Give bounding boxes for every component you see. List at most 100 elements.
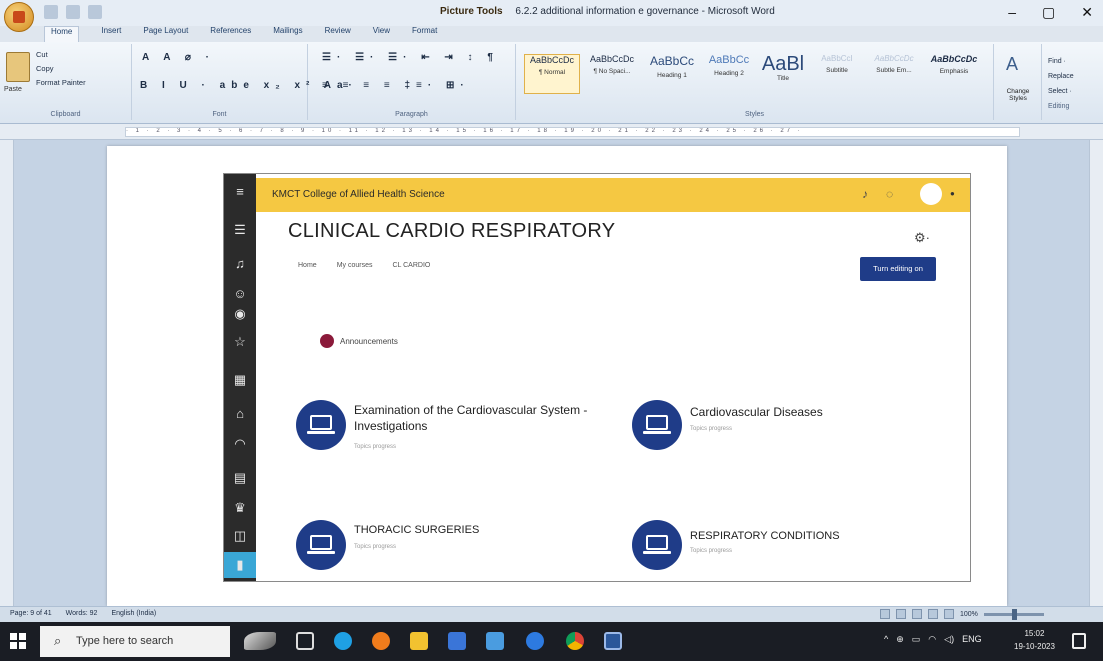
breadcrumb-my-courses[interactable]: My courses	[337, 262, 373, 269]
media-player-icon[interactable]	[526, 632, 544, 650]
notification-center-icon[interactable]	[1072, 633, 1086, 649]
badge-icon[interactable]: ◉	[232, 306, 248, 322]
close-button[interactable]: ✕	[1081, 4, 1093, 21]
replace-button[interactable]: Replace	[1048, 69, 1074, 84]
draft-button[interactable]	[944, 609, 954, 619]
style-heading-1[interactable]: AaBbCc Heading 1	[644, 54, 700, 94]
clock[interactable]: 15:02 19-10-2023	[1014, 627, 1055, 653]
full-screen-button[interactable]	[896, 609, 906, 619]
vertical-ruler[interactable]	[0, 140, 14, 606]
page-count[interactable]: Page: 9 of 41	[10, 610, 52, 617]
tab-view[interactable]: View	[373, 26, 390, 42]
tab-references[interactable]: References	[210, 26, 251, 42]
style-subtitle[interactable]: AaBbCcI Subtitle	[812, 54, 862, 94]
battery-icon[interactable]: ▭	[912, 634, 921, 645]
course-card[interactable]: Examination of the Cardiovascular System…	[296, 400, 616, 470]
tab-mailings[interactable]: Mailings	[273, 26, 302, 42]
windows-start-icon[interactable]	[10, 633, 26, 649]
book-icon[interactable]: ▦	[232, 372, 248, 388]
list-controls[interactable]: ☰· ☰· ☰· ⇤ ⇥ ↕ ¶	[322, 52, 499, 63]
tab-format[interactable]: Format	[412, 26, 437, 42]
language-indicator[interactable]: ENG	[962, 634, 982, 645]
select-button[interactable]: Select ·	[1048, 84, 1074, 99]
network-icon[interactable]: ⊕	[896, 634, 904, 645]
web-layout-button[interactable]	[912, 609, 922, 619]
outline-button[interactable]	[928, 609, 938, 619]
announcements-link[interactable]: Announcements	[320, 334, 398, 348]
course-card-title[interactable]: Examination of the Cardiovascular System…	[354, 402, 604, 434]
horizontal-ruler[interactable]: · 1 · 2 · 3 · 4 · 5 · 6 · 7 · 8 · 9 · 10…	[0, 124, 1103, 140]
firefox-icon[interactable]	[372, 632, 390, 650]
style-title[interactable]: AaBl Title	[758, 54, 808, 94]
store-icon[interactable]	[448, 632, 466, 650]
turn-editing-on-button[interactable]: Turn editing on	[860, 257, 936, 281]
notification-icon[interactable]: ♪	[862, 187, 868, 201]
zoom-level[interactable]: 100%	[960, 611, 978, 618]
home-icon[interactable]: ⌂	[232, 406, 248, 422]
style-emphasis[interactable]: AaBbCcDc Emphasis	[926, 54, 982, 94]
task-view-icon[interactable]	[296, 632, 314, 650]
embedded-screenshot[interactable]: ≡ ☰ ♫ ☺ ◉ ☆ ▦ ⌂ ◠ ▤ ♛ ◫ ▮ KMCT College o…	[223, 173, 971, 582]
course-card[interactable]: THORACIC SURGERIES Topics progress	[296, 520, 616, 581]
chrome-icon[interactable]	[566, 632, 584, 650]
star-icon[interactable]: ☆	[232, 334, 248, 350]
course-card[interactable]: RESPIRATORY CONDITIONS Topics progress	[632, 520, 952, 581]
maximize-button[interactable]: ▢	[1042, 4, 1055, 21]
bell-icon[interactable]: ♫	[232, 256, 248, 272]
copy-button[interactable]: Copy	[36, 62, 86, 76]
folder-icon[interactable]: ◫	[232, 528, 248, 544]
lock-icon[interactable]: ▮	[224, 552, 256, 578]
style-no-spacing[interactable]: AaBbCcDc ¶ No Spaci...	[584, 54, 640, 94]
paste-icon[interactable]	[6, 52, 30, 82]
wifi-icon[interactable]: ◠	[928, 634, 936, 645]
cut-button[interactable]: Cut	[36, 48, 86, 62]
format-painter-button[interactable]: Format Painter	[36, 76, 86, 90]
file-explorer-icon[interactable]	[410, 632, 428, 650]
minimize-button[interactable]: –	[1008, 4, 1016, 21]
mail-icon[interactable]	[486, 632, 504, 650]
user-icon[interactable]: ☺	[232, 286, 248, 302]
taskbar-search-input[interactable]: ⌕ Type here to search	[40, 626, 230, 657]
vertical-scrollbar[interactable]	[1089, 140, 1103, 606]
edge-icon[interactable]	[334, 632, 352, 650]
find-button[interactable]: Find ·	[1048, 54, 1074, 69]
pen-app-icon[interactable]	[244, 632, 276, 650]
zoom-slider-thumb[interactable]	[1011, 608, 1017, 620]
course-card[interactable]: Cardiovascular Diseases Topics progress	[632, 400, 952, 470]
calendar-icon[interactable]: ▤	[232, 470, 248, 486]
dashboard-icon[interactable]: ◠	[232, 436, 248, 452]
tab-review[interactable]: Review	[325, 26, 351, 42]
print-layout-button[interactable]	[880, 609, 890, 619]
paste-button[interactable]: Paste	[4, 86, 22, 93]
tab-home[interactable]: Home	[44, 26, 80, 42]
alignment-row[interactable]: ≡ ≡ ≡ ≡ ‡≡· ⊞·	[322, 80, 470, 91]
course-card-title[interactable]: Cardiovascular Diseases	[690, 404, 940, 420]
site-name[interactable]: KMCT College of Allied Health Science	[272, 189, 445, 200]
chevron-down-icon[interactable]: ●	[950, 189, 955, 198]
style-subtle-emphasis[interactable]: AaBbCcDc Subtle Em...	[866, 54, 922, 94]
style-heading-2[interactable]: AaBbCc Heading 2	[704, 54, 754, 94]
chevron-up-icon[interactable]: ^	[884, 634, 888, 645]
zoom-slider[interactable]	[983, 608, 1044, 620]
tab-page-layout[interactable]: Page Layout	[143, 26, 188, 42]
chat-icon[interactable]: ◌	[886, 187, 893, 201]
save-icon[interactable]	[44, 5, 58, 19]
style-normal[interactable]: AaBbCcDc ¶ Normal	[524, 54, 580, 94]
undo-icon[interactable]	[66, 5, 80, 19]
graduation-icon[interactable]: ♛	[232, 500, 248, 516]
gear-icon[interactable]: ⚙·	[914, 230, 930, 246]
word-icon[interactable]	[604, 632, 622, 650]
tab-insert[interactable]: Insert	[101, 26, 121, 42]
language-indicator[interactable]: English (India)	[111, 610, 156, 617]
avatar[interactable]	[920, 183, 942, 205]
course-card-title[interactable]: THORACIC SURGERIES	[354, 522, 604, 538]
breadcrumb-home[interactable]: Home	[298, 262, 317, 269]
office-button[interactable]	[4, 2, 34, 32]
font-size-controls[interactable]: A A ⌀ ·	[142, 52, 215, 63]
breadcrumb-course[interactable]: CL CARDIO	[392, 262, 430, 269]
redo-icon[interactable]	[88, 5, 102, 19]
change-styles-icon[interactable]: A	[1006, 54, 1018, 75]
course-card-title[interactable]: RESPIRATORY CONDITIONS	[690, 528, 940, 544]
word-count[interactable]: Words: 92	[66, 610, 98, 617]
list-icon[interactable]: ☰	[232, 222, 248, 238]
